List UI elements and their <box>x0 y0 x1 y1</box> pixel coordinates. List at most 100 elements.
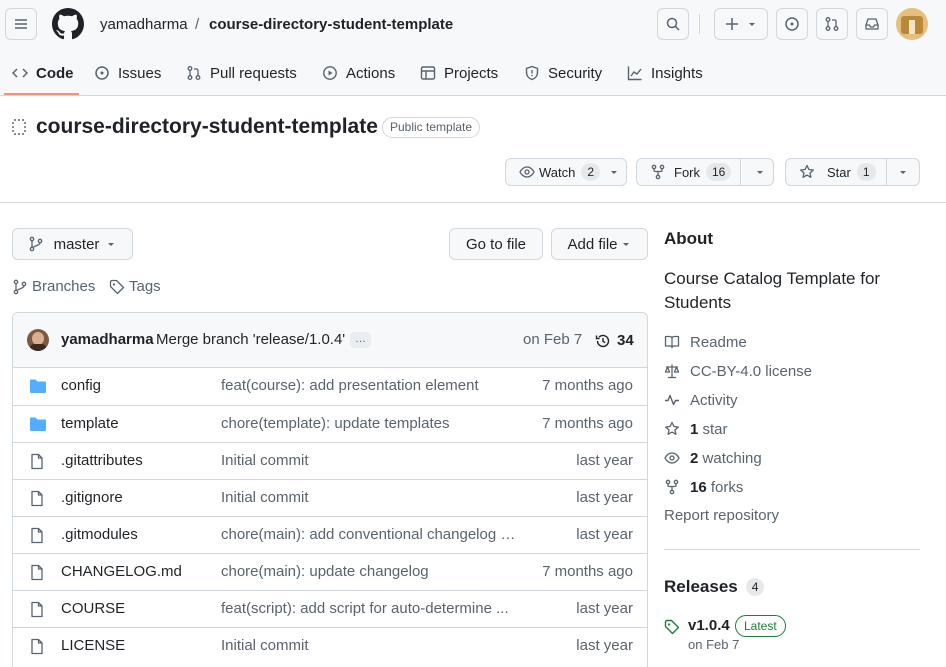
search-button[interactable] <box>657 8 689 40</box>
tab-security[interactable]: Security <box>524 60 602 86</box>
file-commit-message[interactable]: feat(course): add presentation element <box>221 377 479 394</box>
file-row[interactable]: .gitmodules chore(main): add conventiona… <box>13 516 647 553</box>
breadcrumb-repo[interactable]: course-directory-student-template <box>209 15 453 35</box>
file-row[interactable]: CHANGELOG.md chore(main): update changel… <box>13 553 647 590</box>
issues-button[interactable] <box>776 8 808 40</box>
tab-pull-requests[interactable]: Pull requests <box>186 60 297 86</box>
file-row[interactable]: template chore(template): update templat… <box>13 405 647 442</box>
release-version[interactable]: v1.0.4 <box>688 617 730 634</box>
repo-template-icon <box>12 119 26 135</box>
watching-link[interactable]: 2 watching <box>664 447 762 469</box>
commit-expand-button[interactable]: … <box>350 332 371 348</box>
file-list: yamadharma Merge branch 'release/1.0.4' … <box>12 312 648 667</box>
tab-code-label: Code <box>36 64 74 82</box>
watching-count: 2 <box>690 449 699 467</box>
branch-name: master <box>53 235 100 253</box>
file-name[interactable]: .gitignore <box>61 489 123 506</box>
file-commit-message[interactable]: chore(main): update changelog <box>221 563 429 580</box>
file-row[interactable]: .gitattributes Initial commit last year <box>13 442 647 479</box>
triangle-down-icon[interactable] <box>897 166 909 178</box>
commit-author-avatar[interactable] <box>27 329 49 351</box>
add-file-button[interactable]: Add file <box>551 228 648 260</box>
file-commit-message[interactable]: Initial commit <box>221 452 309 469</box>
tags-link[interactable]: Tags <box>109 278 161 295</box>
tab-projects[interactable]: Projects <box>420 60 498 86</box>
hamburger-icon <box>15 19 27 29</box>
file-row[interactable]: config feat(course): add presentation el… <box>13 368 647 405</box>
breadcrumb-separator: / <box>195 16 200 33</box>
watch-button[interactable]: Watch 2 <box>505 158 627 186</box>
star-icon <box>800 164 814 178</box>
file-row[interactable]: LICENSE Initial commit last year <box>13 627 647 664</box>
tab-actions[interactable]: Actions <box>322 60 395 86</box>
file-name[interactable]: COURSE <box>61 600 125 617</box>
file-commit-message[interactable]: chore(template): update templates <box>221 415 449 432</box>
tags-label: Tags <box>129 278 161 295</box>
report-repository-link[interactable]: Report repository <box>664 507 779 524</box>
tab-code[interactable]: Code <box>12 60 74 86</box>
code-icon <box>12 68 28 78</box>
eye-icon <box>664 452 680 464</box>
search-icon <box>666 17 680 31</box>
file-icon <box>31 490 43 507</box>
activity-link[interactable]: Activity <box>664 389 738 411</box>
avatar[interactable] <box>896 8 928 40</box>
file-commit-message[interactable]: Initial commit <box>221 637 309 654</box>
file-name[interactable]: .gitmodules <box>61 526 138 543</box>
book-icon <box>664 335 680 349</box>
go-to-file-button[interactable]: Go to file <box>449 228 543 260</box>
releases-heading-link[interactable]: Releases 4 <box>664 577 765 597</box>
fork-icon <box>665 479 679 495</box>
tab-pull-requests-label: Pull requests <box>210 64 297 82</box>
pull-request-icon <box>825 17 839 31</box>
inbox-button[interactable] <box>856 8 888 40</box>
commit-history-link[interactable]: 34 <box>595 332 634 349</box>
pull-requests-button[interactable] <box>816 8 848 40</box>
branch-select[interactable]: master <box>12 228 133 260</box>
menu-button[interactable] <box>5 8 37 40</box>
folder-icon <box>30 379 46 393</box>
stars-link[interactable]: 1 star <box>664 418 728 440</box>
branches-link[interactable]: Branches <box>12 278 95 295</box>
tag-icon <box>109 279 125 294</box>
commit-message[interactable]: Merge branch 'release/1.0.4' <box>156 331 345 348</box>
file-name[interactable]: config <box>61 377 101 394</box>
commit-author[interactable]: yamadharma <box>61 331 154 348</box>
avatar-shape-inner <box>909 20 915 34</box>
file-row[interactable]: .gitignore Initial commit last year <box>13 479 647 516</box>
repo-title[interactable]: course-directory-student-template <box>36 115 378 139</box>
fork-divider <box>740 159 741 185</box>
triangle-down-icon[interactable] <box>754 166 766 178</box>
file-commit-message[interactable]: feat(script): add script for auto-determ… <box>221 600 509 617</box>
license-link[interactable]: CC-BY-4.0 license <box>664 360 812 382</box>
fork-count: 16 <box>706 163 732 181</box>
star-divider <box>886 159 887 185</box>
file-icon <box>31 453 43 470</box>
file-name[interactable]: .gitattributes <box>61 452 143 469</box>
github-logo-icon[interactable] <box>52 8 84 40</box>
stars-count: 1 <box>690 420 699 438</box>
activity-label: Activity <box>690 391 738 409</box>
tab-issues[interactable]: Issues <box>94 60 161 86</box>
branch-icon <box>29 236 42 252</box>
readme-link[interactable]: Readme <box>664 331 747 353</box>
star-label: Star <box>827 164 851 180</box>
about-description: Course Catalog Template for Students <box>664 269 881 312</box>
star-button[interactable]: Star 1 <box>785 158 920 186</box>
create-new-button[interactable] <box>714 8 768 40</box>
fork-button[interactable]: Fork 16 <box>636 158 774 186</box>
file-name[interactable]: template <box>61 415 119 432</box>
file-commit-message[interactable]: Initial commit <box>221 489 309 506</box>
app-header: yamadharma / course-directory-student-te… <box>0 0 946 96</box>
breadcrumb-owner[interactable]: yamadharma <box>100 15 188 35</box>
file-icon <box>31 527 43 544</box>
tab-insights[interactable]: Insights <box>627 60 703 86</box>
latest-commit-bar: yamadharma Merge branch 'release/1.0.4' … <box>13 313 647 368</box>
issue-opened-icon <box>785 17 799 31</box>
file-name[interactable]: LICENSE <box>61 637 125 654</box>
file-icon <box>31 564 43 581</box>
file-commit-message[interactable]: chore(main): add conventional changelog … <box>221 526 519 543</box>
file-name[interactable]: CHANGELOG.md <box>61 563 182 580</box>
forks-link[interactable]: 16 forks <box>664 476 743 498</box>
file-row[interactable]: COURSE feat(script): add script for auto… <box>13 590 647 627</box>
